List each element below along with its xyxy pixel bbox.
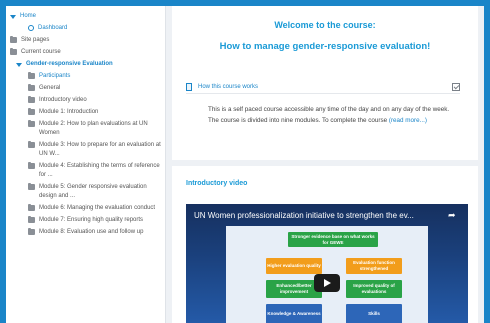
video-card: Introductory video UN Women professional… <box>172 166 478 323</box>
completion-checkbox-icon[interactable] <box>452 82 460 91</box>
sidebar-item-module-5[interactable]: Module 5: Gender responsive evaluation d… <box>10 183 161 201</box>
folder-icon <box>10 48 17 55</box>
diagram-bottom-left: Knowledge & Awareness <box>266 304 322 323</box>
folder-icon <box>28 228 35 235</box>
sidebar-item-label: General <box>39 85 61 91</box>
diagram-left-orange: Higher evaluation quality <box>266 258 322 274</box>
main-content: Welcome to the course: How to manage gen… <box>166 6 484 323</box>
folder-icon <box>28 162 35 169</box>
diagram-right-green: Improved quality of evaluations <box>346 280 402 298</box>
folder-icon <box>28 120 35 127</box>
sidebar-item-label: Gender-responsive Evaluation <box>26 61 113 67</box>
course-title: How to manage gender-responsive evaluati… <box>219 41 431 52</box>
folder-icon <box>28 84 35 91</box>
sidebar-item-label: Participants <box>39 73 71 79</box>
sidebar-item-module-6[interactable]: Module 6: Managing the evaluation conduc… <box>10 204 161 213</box>
share-icon[interactable]: ➦ <box>448 211 458 220</box>
folder-icon <box>28 96 35 103</box>
video-section-title: Introductory video <box>186 180 248 187</box>
sidebar-item-module-4[interactable]: Module 4: Establishing the terms of refe… <box>10 162 161 180</box>
sidebar-item-label: Current course <box>21 49 61 55</box>
sidebar-item-label: Introductory video <box>39 97 87 103</box>
caret-down-icon <box>10 15 16 19</box>
folder-icon <box>28 108 35 115</box>
folder-icon <box>28 141 35 148</box>
sidebar-item-label: Module 4: Establishing the terms of refe… <box>39 163 160 178</box>
sidebar-item-dashboard[interactable]: Dashboard <box>10 24 161 33</box>
diagram-top-box: Stronger evidence base on what works for… <box>288 232 378 247</box>
sidebar-item-label: Site pages <box>21 37 50 43</box>
circle-icon <box>28 25 34 31</box>
folder-icon <box>10 36 17 43</box>
caret-down-icon <box>16 63 22 67</box>
sidebar-item-label: Module 5: Gender responsive evaluation d… <box>39 184 147 199</box>
sidebar-item-label: Module 1: Introduction <box>39 109 99 115</box>
sidebar-item-general[interactable]: General <box>10 84 161 93</box>
sidebar-item-module-3[interactable]: Module 3: How to prepare for an evaluati… <box>10 141 161 159</box>
sidebar-item-label: Module 7: Ensuring high quality reports <box>39 217 144 223</box>
video-title[interactable]: UN Women professionalization initiative … <box>194 211 438 220</box>
course-description: This is a self paced course accessible a… <box>208 104 456 126</box>
sidebar-item-site-pages[interactable]: Site pages <box>10 36 161 45</box>
read-more-link[interactable]: (read more...) <box>389 117 427 124</box>
sidebar-item-label: Home <box>20 13 37 19</box>
welcome-heading: Welcome to the course: <box>274 20 376 30</box>
app-frame: Home Dashboard Site pages Current course… <box>6 6 484 323</box>
sidebar-item-participants[interactable]: Participants <box>10 72 161 81</box>
sidebar-item-current-course[interactable]: Current course <box>10 48 161 57</box>
sidebar-item-label: Module 6: Managing the evaluation conduc… <box>39 205 156 211</box>
play-button-icon[interactable] <box>314 274 340 292</box>
diagram-right-orange: Evaluation function strengthened <box>346 258 402 274</box>
folder-icon <box>28 72 35 79</box>
sidebar-item-introductory-video[interactable]: Introductory video <box>10 96 161 105</box>
folder-icon <box>28 204 35 211</box>
sidebar-item-module-2[interactable]: Module 2: How to plan evaluations at UN … <box>10 120 161 138</box>
sidebar-item-module-8[interactable]: Module 8: Evaluation use and follow up <box>10 228 161 237</box>
sidebar-item-module-1[interactable]: Module 1: Introduction <box>10 108 161 117</box>
sidebar-item-module-7[interactable]: Module 7: Ensuring high quality reports <box>10 216 161 225</box>
document-icon <box>186 82 192 91</box>
sidebar-item-home[interactable]: Home <box>10 12 161 21</box>
how-course-works-row: How this course works <box>186 80 460 94</box>
sidebar-item-label: Module 3: How to prepare for an evaluati… <box>39 142 161 157</box>
sidebar-item-course-root[interactable]: Gender-responsive Evaluation <box>10 60 161 69</box>
sidebar-item-label: Module 8: Evaluation use and follow up <box>39 229 144 235</box>
folder-icon <box>28 216 35 223</box>
sidebar-item-label: Module 2: How to plan evaluations at UN … <box>39 121 148 136</box>
welcome-card: Welcome to the course: How to manage gen… <box>172 6 478 160</box>
how-course-works-link[interactable]: How this course works <box>198 84 258 90</box>
folder-icon <box>28 183 35 190</box>
diagram-bottom-right: Skills <box>346 304 402 323</box>
sidebar: Home Dashboard Site pages Current course… <box>6 6 166 323</box>
video-player[interactable]: UN Women professionalization initiative … <box>186 204 468 323</box>
sidebar-item-label: Dashboard <box>38 25 68 31</box>
